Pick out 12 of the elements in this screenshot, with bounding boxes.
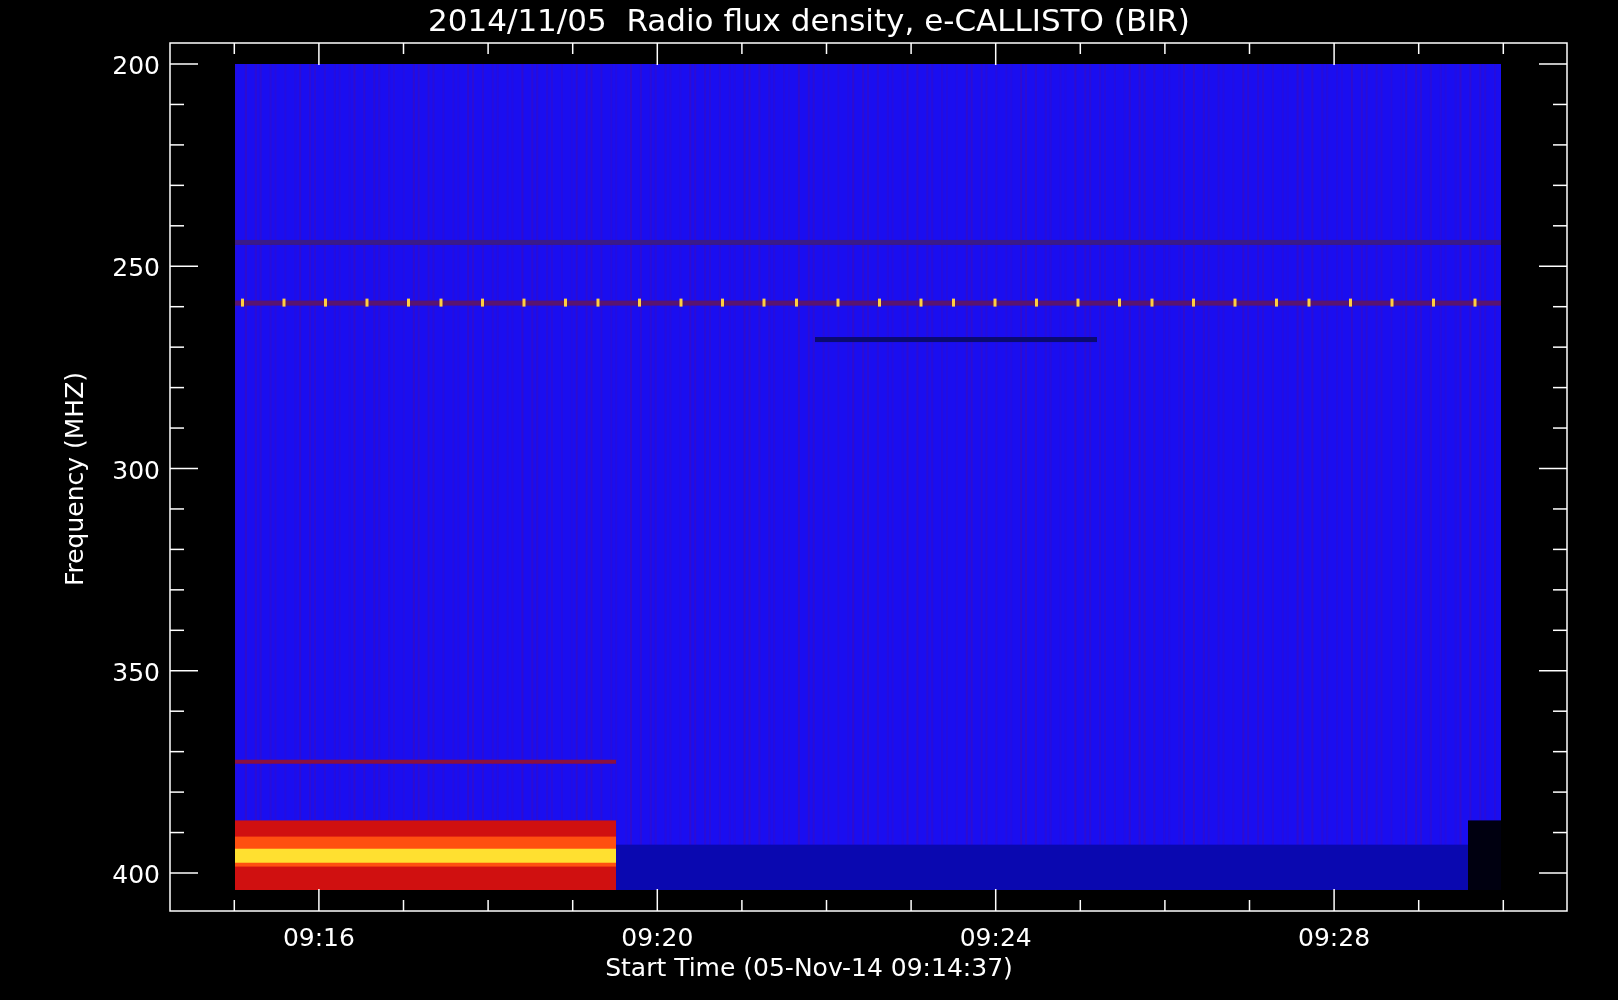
x-tick-label: 09:16 bbox=[282, 923, 355, 952]
x-tick-label: 09:20 bbox=[621, 923, 694, 952]
x-tick-label: 09:24 bbox=[959, 923, 1032, 952]
y-tick-label: 250 bbox=[112, 253, 160, 283]
y-tick-label: 200 bbox=[112, 51, 160, 80]
x-tick-label: 09:28 bbox=[1298, 923, 1371, 952]
y-tick-label: 300 bbox=[112, 455, 160, 485]
y-tick-label: 400 bbox=[112, 860, 160, 889]
x-axis-label: Start Time (05-Nov-14 09:14:37) bbox=[605, 953, 1013, 982]
y-axis-label: Frequency (MHZ) bbox=[60, 371, 89, 587]
chart-title: 2014/11/05 Radio flux density, e-CALLISTO (BIR) bbox=[428, 2, 1190, 38]
y-tick-label: 350 bbox=[112, 657, 160, 687]
